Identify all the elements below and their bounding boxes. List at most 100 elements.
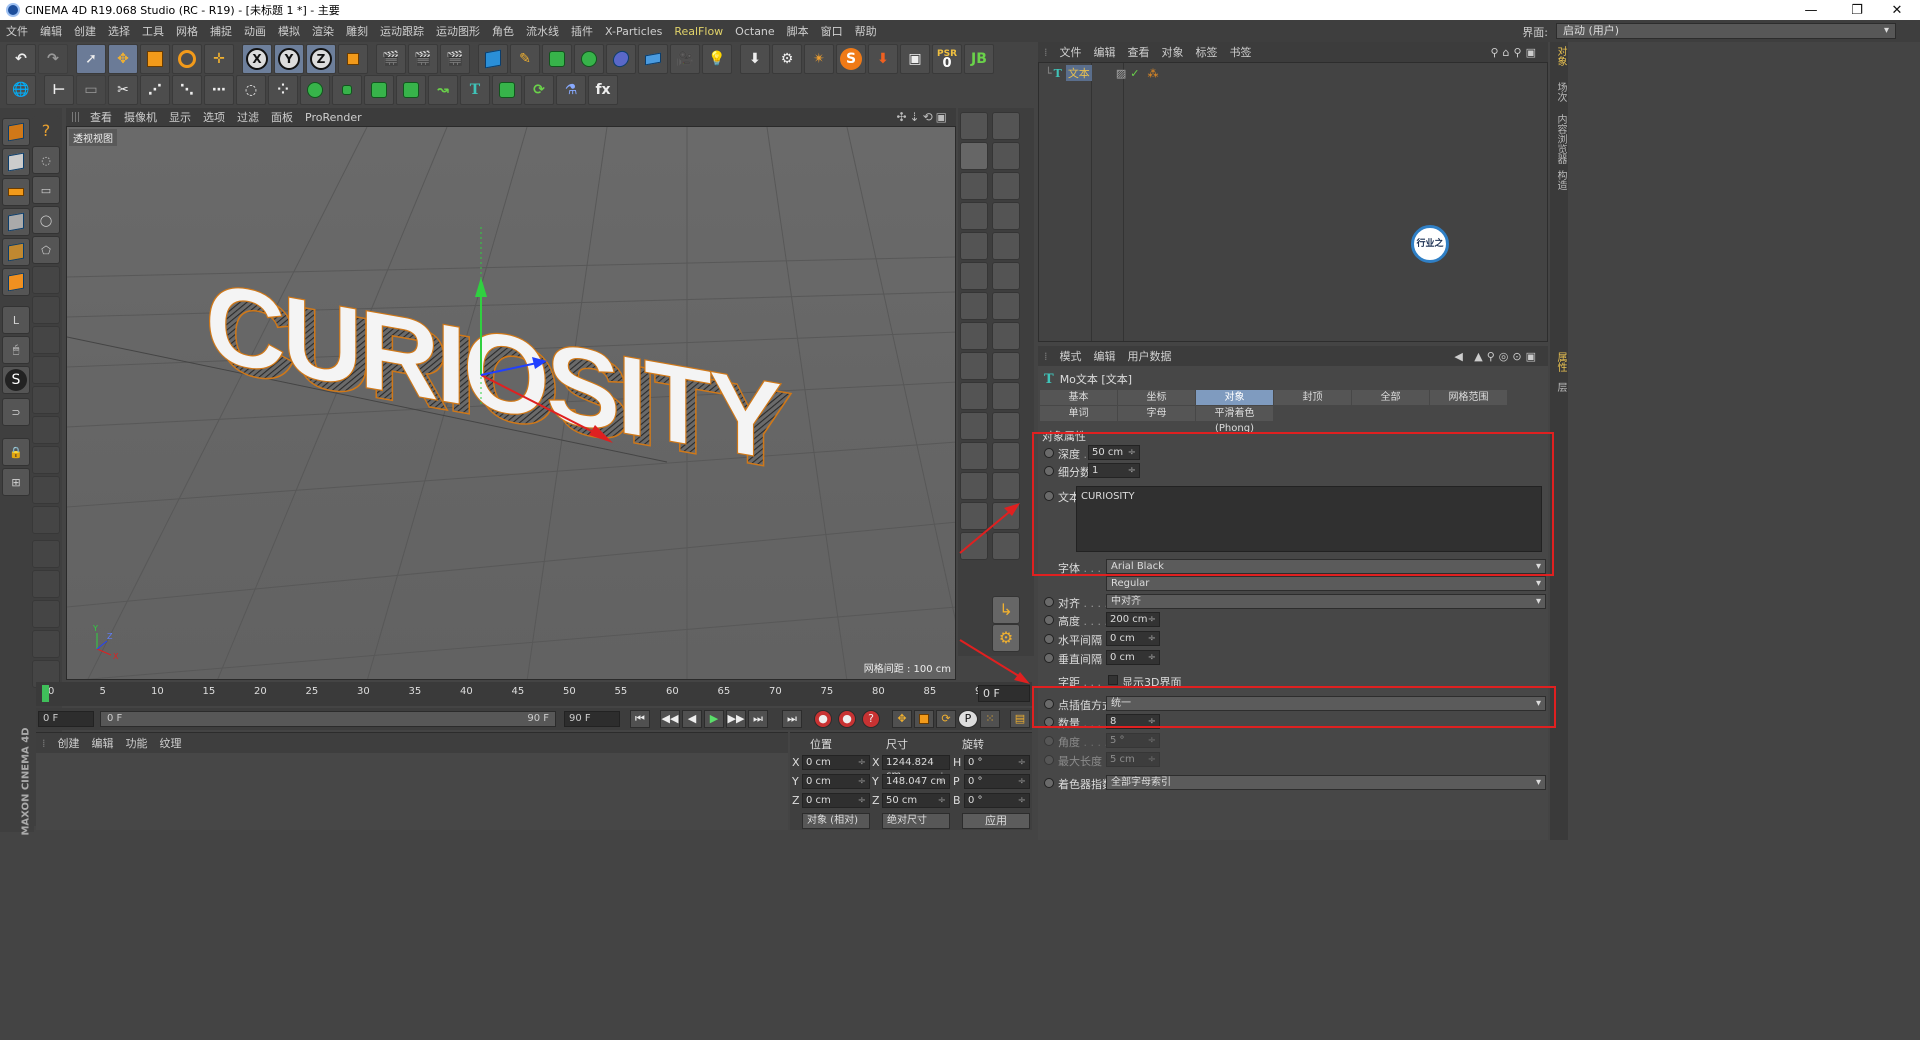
jb-plugin-icon[interactable]: JB [964,44,994,74]
undo-icon[interactable]: ↶ [6,44,36,74]
deformer-tool-icon[interactable] [960,352,988,380]
position-z-field[interactable]: 0 cm [802,793,870,808]
viewport-menu-options[interactable]: 选项 [197,109,231,125]
voronoi-icon[interactable] [396,75,426,105]
size-y-field[interactable]: 148.047 cm [882,774,950,789]
menu-item[interactable]: 创建 [68,23,102,39]
tool-slot-12-icon[interactable] [32,600,60,628]
floor-icon[interactable] [638,44,668,74]
tweak-mode-icon[interactable]: 🖱 [2,336,30,364]
x-axis-lock-button[interactable]: X [242,44,272,74]
align-dropdown[interactable]: 中对齐 [1106,594,1546,609]
side-tab-content-browser[interactable]: 内容浏览器 [1550,114,1568,164]
deformer-tool-icon[interactable] [992,502,1020,530]
object-manager[interactable]: └ T 文本 ▨ ✓ ⁂ 行业之 [1038,62,1548,342]
next-key-button[interactable]: ⏭ [748,710,768,728]
deformer-tool-icon[interactable] [960,472,988,500]
menu-item[interactable]: 选择 [102,23,136,39]
panel-grip-icon[interactable] [72,112,80,122]
menu-item[interactable]: 运动跟踪 [374,23,430,39]
magnet-icon[interactable]: ⊃ [2,398,30,426]
deformer-tool-icon[interactable] [960,232,988,260]
side-tab-structure[interactable]: 构造 [1550,170,1568,190]
rectangle-selection-icon[interactable]: ▭ [32,176,60,204]
animate-radio[interactable] [1044,448,1054,458]
material-menu-create[interactable]: 创建 [52,735,86,751]
edges-mode-icon[interactable] [2,238,30,266]
animate-radio[interactable] [1044,615,1054,625]
menu-item[interactable]: X-Particles [599,25,668,38]
render-settings-icon[interactable]: 🎬 [440,44,470,74]
tool-slot-3-icon[interactable] [32,326,60,354]
snap-icon[interactable]: S [2,366,30,394]
hspace-field[interactable]: 0 cm [1106,631,1160,646]
deformer-tool-icon[interactable] [960,292,988,320]
go-to-end-button[interactable]: ⏭ [782,710,802,728]
animate-radio[interactable] [1044,634,1054,644]
settings-gear-icon[interactable]: ⚙ [992,624,1020,652]
perspective-viewport[interactable]: CURIOSITY CURIOSITY Y Z X 透视视图 网格间距 : 10… [66,126,956,680]
close-button[interactable]: ✕ [1874,0,1920,20]
tab-letters[interactable]: 字母 [1118,406,1195,421]
menu-item[interactable]: 雕刻 [340,23,374,39]
deformer-tool-icon[interactable] [992,532,1020,560]
panel-grip-icon[interactable]: ⁞ [1038,350,1054,363]
font-style-dropdown[interactable]: Regular [1106,576,1546,591]
position-x-field[interactable]: 0 cm [802,755,870,770]
tab-mesh-range[interactable]: 网格范围 [1430,390,1507,405]
tool-slot-2-icon[interactable] [32,296,60,324]
camera-icon[interactable]: 🎥 [670,44,700,74]
add-icon[interactable]: ✛ [204,44,234,74]
menu-item[interactable]: 文件 [0,23,34,39]
select-points-icon[interactable]: ⋰ [140,75,170,105]
fx-icon[interactable]: fx [588,75,618,105]
deformer-tool-icon[interactable] [992,202,1020,230]
deformer-tool-icon[interactable] [992,352,1020,380]
start-frame-field[interactable]: 0 F [38,711,94,727]
animate-radio[interactable] [1044,699,1054,709]
size-x-field[interactable]: 1244.824 cm [882,755,950,782]
animate-radio[interactable] [1044,778,1054,788]
am-menu-edit[interactable]: 编辑 [1088,348,1122,364]
text-content-area[interactable]: CURIOSITY [1076,486,1542,552]
timeline-ruler[interactable]: 051015202530354045505560657075808590 0 F [36,682,1032,706]
grid-points-icon[interactable]: ⁘ [268,75,298,105]
plugin-icon[interactable]: ⚙ [772,44,802,74]
monitor-icon[interactable]: ▣ [900,44,930,74]
viewport-menu-filter[interactable]: 过滤 [231,109,265,125]
deformer-tool-icon[interactable] [960,142,988,170]
om-search-home-icons[interactable]: ⚲⌂⚲▣ [1491,46,1541,59]
deformer-tool-icon[interactable] [992,442,1020,470]
tool-slot-9-icon[interactable] [32,506,60,534]
planar-workplane-icon[interactable]: ⊞ [2,468,30,496]
light-icon[interactable]: 💡 [702,44,732,74]
object-row-text[interactable]: └ T 文本 ▨ ✓ ⁂ [1039,65,1158,81]
deformer-tool-icon[interactable] [960,112,988,140]
om-menu-objects[interactable]: 对象 [1156,44,1190,60]
select-edges-icon[interactable]: ⋱ [172,75,202,105]
tool-slot-6-icon[interactable] [32,416,60,444]
deformer-tool-icon[interactable] [960,262,988,290]
viewport-menu-display[interactable]: 显示 [163,109,197,125]
render-view-icon[interactable]: 🎬 [376,44,406,74]
menu-item[interactable]: 工具 [136,23,170,39]
shader-index-dropdown[interactable]: 全部字母索引 [1106,775,1546,790]
preview-range-slider[interactable]: 0 F 90 F [100,711,556,727]
model-mode-icon[interactable] [2,118,30,146]
autokey-button[interactable]: ● [838,710,856,728]
drop-icon[interactable]: ⬇ [868,44,898,74]
polygon-selection-icon[interactable]: ⬠ [32,236,60,264]
om-menu-bookmarks[interactable]: 书签 [1224,44,1258,60]
axis-mode-icon[interactable]: L [2,306,30,334]
animate-radio[interactable] [1044,597,1054,607]
side-tab-attributes[interactable]: 属性 [1550,352,1568,372]
animate-radio[interactable] [1044,491,1054,501]
animate-radio[interactable] [1044,717,1054,727]
minimize-button[interactable]: — [1788,0,1834,20]
interpolation-dropdown[interactable]: 统一 [1106,696,1546,711]
key-position-icon[interactable]: ✥ [892,710,912,728]
key-pla-icon[interactable]: ⁙ [980,710,1000,728]
tab-all[interactable]: 全部 [1352,390,1429,405]
deformer-tool-icon[interactable] [992,382,1020,410]
tool-slot-4-icon[interactable] [32,356,60,384]
